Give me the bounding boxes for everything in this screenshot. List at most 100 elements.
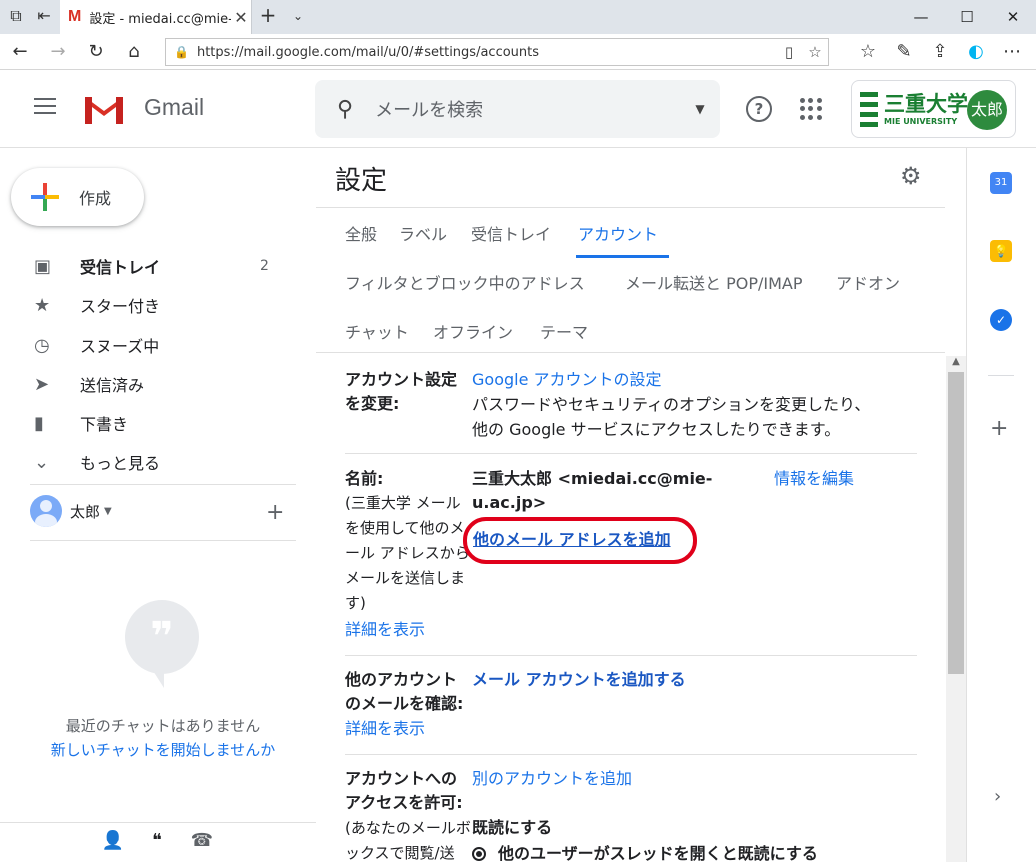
- search-icon[interactable]: ⚲: [337, 97, 353, 122]
- address-bar[interactable]: 🔒 https://mail.google.com/mail/u/0/#sett…: [165, 38, 829, 66]
- browser-tab-settings[interactable]: M 設定 - miedai.cc@mie-u ✕: [60, 0, 252, 34]
- sidebar-item-starred[interactable]: ★ スター付き: [0, 285, 300, 325]
- tab-forwarding[interactable]: メール転送と POP/IMAP: [625, 270, 803, 294]
- tab-addons[interactable]: アドオン: [836, 270, 900, 294]
- person-icon[interactable]: 👤: [101, 830, 125, 851]
- sidebar-item-sent[interactable]: ➤ 送信済み: [0, 364, 300, 404]
- sidebar-item-inbox[interactable]: ▣ 受信トレイ 2: [0, 246, 300, 286]
- tab-filters[interactable]: フィルタとブロック中のアドレス: [345, 270, 585, 294]
- scroll-up-arrow-icon[interactable]: ▲: [946, 356, 966, 372]
- back-icon[interactable]: ←: [8, 40, 32, 64]
- reading-view-icon[interactable]: ▯: [776, 43, 802, 61]
- app-name: Gmail: [144, 94, 205, 120]
- unread-count: 2: [260, 258, 269, 274]
- close-window-icon[interactable]: ✕: [990, 0, 1036, 34]
- help-icon[interactable]: ?: [746, 96, 772, 122]
- new-tab-icon[interactable]: +: [258, 3, 278, 27]
- sidebar-item-snoozed[interactable]: ◷ スヌーズ中: [0, 325, 300, 365]
- forward-icon[interactable]: →: [46, 40, 70, 64]
- side-panel-divider: [988, 375, 1014, 376]
- active-tab-indicator: [576, 255, 669, 258]
- hangouts-chat-icon[interactable]: ❝: [145, 830, 169, 851]
- tasks-icon[interactable]: ✓: [990, 309, 1012, 331]
- account-settings-desc-2: 他の Google サービスにアクセスしたりできます。: [472, 420, 841, 439]
- name-label: 名前:: [345, 469, 384, 488]
- check-mail-label: 他のアカウント のメールを確認:: [345, 670, 464, 713]
- hangouts-user-name: 太郎: [70, 502, 101, 521]
- sidebar-item-label: 送信済み: [80, 376, 145, 395]
- edit-info-link[interactable]: 情報を編集: [774, 467, 854, 491]
- refresh-icon[interactable]: ↻: [84, 40, 108, 64]
- tab-chat[interactable]: チャット: [345, 319, 409, 343]
- compose-label: 作成: [79, 189, 112, 208]
- name-detail-link[interactable]: 詳細を表示: [345, 618, 425, 642]
- tab-list-chevron-icon[interactable]: ⌄: [288, 9, 308, 23]
- sidebar-item-label: 下書き: [80, 415, 129, 434]
- tab-actions-icon[interactable]: ⧉: [6, 6, 26, 26]
- extension-icon[interactable]: ◐: [964, 40, 988, 64]
- section-divider: [345, 655, 917, 656]
- add-mail-account-link[interactable]: メール アカウントを追加する: [472, 668, 686, 692]
- phone-icon[interactable]: ☎: [190, 830, 214, 851]
- share-icon[interactable]: ⇪: [928, 40, 952, 64]
- account-settings-desc-1: パスワードやセキュリティのオプションを変更したり、: [472, 395, 871, 414]
- clock-icon: ◷: [34, 334, 50, 356]
- hangouts-user[interactable]: 太郎 ▼: [30, 494, 300, 528]
- gear-icon[interactable]: ⚙: [900, 162, 922, 190]
- search-options-icon[interactable]: ▼: [680, 102, 720, 116]
- minimize-icon[interactable]: —: [898, 0, 944, 34]
- lock-icon: 🔒: [174, 45, 189, 59]
- tab-offline[interactable]: オフライン: [433, 319, 513, 343]
- start-chat-link[interactable]: 新しいチャットを開始しませんか: [0, 739, 326, 760]
- hangouts-quote-icon: ❞: [125, 600, 199, 674]
- account-settings-label: アカウント設定 を変更:: [345, 370, 458, 413]
- search-box[interactable]: ⚲ メールを検索 ▼: [315, 80, 720, 138]
- more-menu-icon[interactable]: ⋯: [1000, 40, 1024, 64]
- get-addons-plus-icon[interactable]: +: [990, 416, 1008, 441]
- settings-divider: [316, 352, 945, 353]
- tab-general[interactable]: 全般: [345, 221, 377, 245]
- mark-read-radio-option[interactable]: 他のユーザーがスレッドを開くと既読にする: [472, 842, 818, 866]
- status-dropdown-icon[interactable]: ▼: [104, 506, 112, 517]
- tab-accounts[interactable]: アカウント: [578, 221, 658, 245]
- new-chat-plus-icon[interactable]: +: [266, 500, 284, 525]
- compose-plus-icon: [29, 181, 61, 213]
- radio-selected-icon[interactable]: [472, 847, 486, 861]
- url-text: https://mail.google.com/mail/u/0/#settin…: [196, 44, 540, 60]
- sidebar-divider: [30, 540, 296, 541]
- mark-read-heading: 既読にする: [472, 818, 553, 837]
- main-menu-icon[interactable]: [34, 98, 56, 119]
- check-mail-detail-link[interactable]: 詳細を表示: [345, 717, 425, 741]
- sidebar-item-more[interactable]: ⌄ もっと見る: [0, 442, 300, 482]
- sidebar-item-label: もっと見る: [80, 454, 161, 473]
- tab-themes[interactable]: テーマ: [540, 319, 588, 343]
- maximize-icon[interactable]: ☐: [944, 0, 990, 34]
- search-input[interactable]: メールを検索: [375, 96, 680, 122]
- scrollbar-thumb[interactable]: [948, 372, 964, 674]
- sidebar-item-drafts[interactable]: ▮ 下書き: [0, 403, 300, 443]
- add-another-account-link[interactable]: 別のアカウントを追加: [472, 767, 632, 791]
- no-chats-text: 最近のチャットはありません: [65, 717, 261, 735]
- draft-icon: ▮: [34, 412, 44, 434]
- close-tab-icon[interactable]: ✕: [231, 8, 251, 27]
- grant-access-label: アカウントへの アクセスを許可:: [345, 769, 463, 812]
- favorites-list-icon[interactable]: ☆: [856, 40, 880, 64]
- name-value-line2: u.ac.jp>: [472, 493, 547, 512]
- expand-panel-chevron-icon[interactable]: ›: [994, 786, 1001, 807]
- page-title: 設定: [335, 166, 388, 196]
- highlight-annotation: [463, 517, 697, 564]
- favorite-star-icon[interactable]: ☆: [802, 43, 828, 61]
- tab-labels[interactable]: ラベル: [399, 221, 447, 245]
- tab-inbox[interactable]: 受信トレイ: [471, 221, 551, 245]
- keep-icon[interactable]: 💡: [990, 240, 1012, 262]
- home-icon[interactable]: ⌂: [122, 40, 146, 64]
- name-note: (三重大学 メール を使用して他のメ ール アドレスから メールを送信しま す): [345, 494, 469, 612]
- compose-button[interactable]: 作成: [11, 168, 144, 226]
- avatar[interactable]: 太郎: [967, 90, 1007, 130]
- google-account-settings-link[interactable]: Google アカウントの設定: [472, 368, 662, 392]
- set-tabs-aside-icon[interactable]: ⇤: [34, 6, 54, 25]
- radio-option-label: 他のユーザーがスレッドを開くと既読にする: [498, 844, 818, 863]
- calendar-icon[interactable]: 31: [990, 172, 1012, 194]
- pen-icon[interactable]: ✎: [892, 40, 916, 64]
- apps-grid-icon[interactable]: [800, 98, 822, 120]
